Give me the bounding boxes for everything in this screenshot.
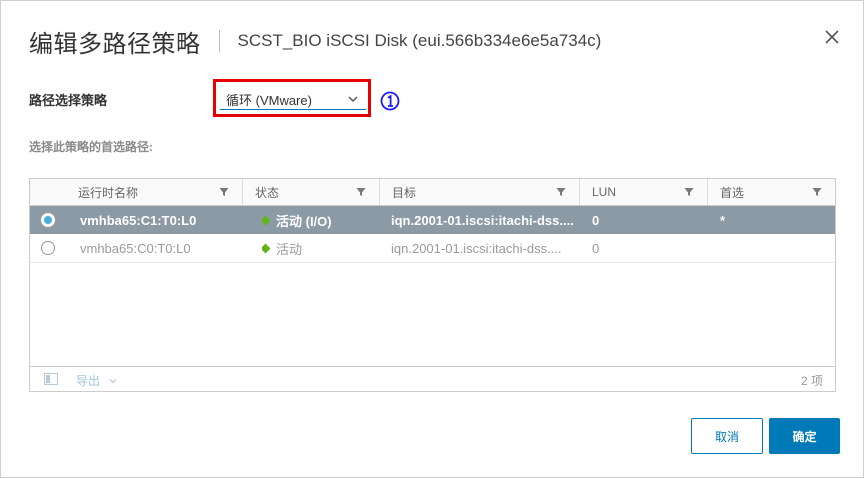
- filter-icon[interactable]: [355, 186, 367, 198]
- row-radio-selected[interactable]: [41, 213, 55, 227]
- datagrid-header: 运行时名称 状态 目标 LUN 首选: [30, 179, 835, 206]
- path-selection-policy-label: 路径选择策略: [29, 93, 108, 108]
- status-diamond-icon: [262, 215, 271, 225]
- filter-icon[interactable]: [218, 186, 230, 198]
- paths-datagrid: 运行时名称 状态 目标 LUN 首选 vmhba65:C1:T0:L0 活动 (…: [29, 178, 836, 392]
- cell-lun: 0: [592, 240, 600, 256]
- column-header-label: LUN: [592, 185, 617, 199]
- export-button[interactable]: 导出: [76, 372, 118, 389]
- chevron-down-icon: [109, 378, 117, 383]
- cell-runtime-name: vmhba65:C1:T0:L0: [80, 212, 197, 228]
- dialog-header: 编辑多路径策略 SCST_BIO iSCSI Disk (eui.566b334…: [29, 21, 601, 61]
- cell-lun: 0: [592, 212, 600, 228]
- path-selection-policy-select[interactable]: 循环 (VMware): [220, 89, 366, 110]
- status-diamond-icon: [262, 243, 271, 253]
- datagrid-footer: 导出 2 项: [30, 366, 835, 392]
- ok-button[interactable]: 确定: [769, 418, 840, 454]
- cell-status: 活动: [262, 234, 377, 262]
- preferred-path-label: 选择此策略的首选路径:: [29, 140, 153, 154]
- cell-target: iqn.2001-01.iscsi:itachi-dss....: [391, 212, 574, 228]
- column-header-label: 状态: [255, 185, 280, 200]
- status-text: 活动 (I/O): [276, 213, 332, 229]
- cell-status: 活动 (I/O): [262, 206, 377, 234]
- item-count: 2 项: [800, 374, 823, 388]
- dialog-subtitle: SCST_BIO iSCSI Disk (eui.566b334e6e5a734…: [237, 31, 602, 50]
- filter-icon[interactable]: [683, 186, 695, 198]
- table-row[interactable]: vmhba65:C0:T0:L0 活动 iqn.2001-01.iscsi:it…: [30, 234, 835, 263]
- status-text: 活动: [276, 241, 303, 257]
- dialog-title: 编辑多路径策略: [29, 29, 201, 58]
- row-radio[interactable]: [41, 241, 55, 255]
- column-header-label: 运行时名称: [78, 185, 139, 200]
- close-icon: [825, 30, 839, 44]
- export-label: 导出: [76, 374, 101, 388]
- filter-icon[interactable]: [555, 186, 567, 198]
- cell-preferred: *: [720, 212, 726, 228]
- cell-runtime-name: vmhba65:C0:T0:L0: [80, 240, 191, 256]
- edit-multipath-policy-dialog: 编辑多路径策略 SCST_BIO iSCSI Disk (eui.566b334…: [0, 0, 864, 478]
- column-header-label: 目标: [392, 185, 417, 200]
- column-header-status[interactable]: 状态: [242, 179, 379, 205]
- cell-preferred: [720, 234, 820, 262]
- policy-selected-value: 循环 (VMware): [226, 92, 312, 108]
- filter-icon[interactable]: [811, 186, 823, 198]
- title-divider: [218, 30, 220, 52]
- column-header-lun[interactable]: LUN: [579, 179, 707, 205]
- cancel-button[interactable]: 取消: [691, 418, 763, 454]
- table-row[interactable]: vmhba65:C1:T0:L0 活动 (I/O) iqn.2001-01.is…: [30, 206, 835, 234]
- column-header-runtime-name[interactable]: 运行时名称: [66, 179, 242, 205]
- close-button[interactable]: [823, 28, 841, 46]
- column-header-target[interactable]: 目标: [379, 179, 579, 205]
- circled-number-one-icon: [380, 91, 400, 111]
- column-header-preferred[interactable]: 首选: [707, 179, 835, 205]
- cell-target: iqn.2001-01.iscsi:itachi-dss....: [391, 240, 562, 256]
- chevron-down-icon: [348, 96, 358, 102]
- column-header-label: 首选: [720, 185, 745, 200]
- column-toggle-icon[interactable]: [44, 373, 58, 385]
